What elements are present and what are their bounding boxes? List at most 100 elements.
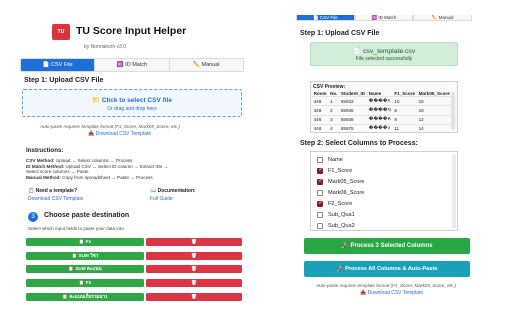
docs-help: 📖 Documentation: Full Guide: [150, 188, 196, 202]
tab-csv-file[interactable]: 📄 CSV File: [296, 15, 355, 21]
table-cell: ����ค: [367, 115, 393, 125]
paste-row: 📋 SUM วิชา 🗑: [26, 252, 242, 260]
column-checkbox[interactable]: [317, 223, 323, 229]
paste-f1-button[interactable]: 📋 F1: [26, 238, 144, 246]
table-cell: ����ก: [367, 96, 393, 107]
table-header-row: Room No. Student_ID Name F1_Score Mark05…: [312, 90, 452, 98]
template-help: 📋 Need a template? Download CSV Template: [28, 188, 84, 202]
table-row: 448 1 65932 ����ก 10 15: [312, 96, 452, 107]
template-help-link[interactable]: Download CSV Template: [28, 196, 84, 202]
table-cell: 14: [417, 124, 452, 132]
step-number-badge: 3: [28, 212, 38, 222]
drop-zone-label: 📁 Click to select CSV file: [92, 97, 172, 104]
column-option-f1-score[interactable]: F1_Score: [317, 167, 447, 177]
column-selector-list[interactable]: Name F1_Score Mark05_Score Mark06_Score …: [310, 151, 458, 231]
column-checkbox[interactable]: [317, 157, 323, 163]
table-row: 446 4 65975 ����ง 11 14: [312, 124, 452, 132]
column-checkbox[interactable]: [317, 178, 323, 185]
column-label: Sub_Qua1: [328, 211, 355, 218]
column-checkbox[interactable]: [317, 190, 323, 196]
table-cell: 448: [312, 105, 329, 116]
step1-title: Step 1: Upload CSV File: [24, 77, 104, 84]
table-cell: 9: [392, 115, 418, 125]
column-header: F1_Score: [392, 90, 418, 98]
tab-id-match[interactable]: 🆔 ID Match: [95, 59, 170, 71]
column-option-name[interactable]: Name: [317, 156, 447, 166]
table-cell: ����ง: [367, 124, 393, 132]
csv-preview[interactable]: CSV Preview: Room No. Student_ID Name F1…: [310, 81, 458, 133]
table-cell: 65938: [339, 115, 368, 125]
paste-sum-subject-button[interactable]: 📋 SUM วิชา: [26, 252, 144, 260]
delete-sum-subject-button[interactable]: 🗑: [146, 252, 242, 260]
table-cell: 65936: [339, 105, 368, 116]
table-cell: 18: [417, 105, 452, 116]
docs-help-link[interactable]: Full Guide: [150, 196, 196, 202]
table-cell: ����ข: [367, 105, 393, 116]
column-label: Name: [328, 156, 343, 163]
delete-sum-score-button[interactable]: 🗑: [146, 265, 242, 273]
tab-id-match[interactable]: 🆔 ID Match: [354, 15, 414, 21]
paste-destination-header: 3 Choose paste destination: [28, 212, 228, 224]
paste-collected-score-button[interactable]: 📋 คะแนนเก็บรวมมา1: [26, 293, 144, 301]
tab-manual[interactable]: ✏️ Manual: [169, 59, 243, 71]
column-checkbox[interactable]: [317, 212, 323, 218]
csv-drop-zone[interactable]: 📁 Click to select CSV file Or drag and d…: [22, 89, 242, 117]
column-header: No.: [328, 90, 340, 98]
column-header: Mark05_Score: [417, 90, 452, 98]
autopaste-note: Auto-paste requires template format (F1_…: [316, 283, 456, 288]
delete-f2-button[interactable]: 🗑: [146, 279, 242, 287]
download-template-link[interactable]: 📥 Download CSV Template: [88, 131, 151, 137]
table-cell: 1: [328, 96, 340, 107]
column-label: Sub_Qua2: [328, 222, 355, 229]
docs-help-title: 📖 Documentation:: [150, 188, 196, 194]
paste-f2-button[interactable]: 📋 F2: [26, 279, 144, 287]
column-header: Name: [367, 90, 393, 98]
process-selected-button[interactable]: 🚀 Process 3 Selected Columns: [304, 238, 470, 254]
process-all-button[interactable]: 🚀 Process All Columns & Auto-Paste: [304, 261, 470, 277]
table-cell: 12: [417, 115, 452, 125]
autopaste-note: Auto-paste requires template format (F1_…: [40, 124, 180, 129]
tab-manual[interactable]: ✏️ Manual: [413, 15, 473, 21]
column-option-f2-score[interactable]: F2_Score: [317, 200, 447, 210]
download-template-link[interactable]: 📥 Download CSV Template: [360, 290, 423, 296]
drop-zone-hint: Or drag and drop here: [107, 106, 157, 112]
app-header: TU SCORE TU Score Input Helper by Nonnak…: [52, 24, 212, 54]
table-cell: 15: [417, 96, 452, 107]
column-option-sub-qua1[interactable]: Sub_Qua1: [317, 211, 447, 221]
column-option-mark05-score[interactable]: Mark05_Score: [317, 178, 447, 188]
app-logo: TU SCORE: [52, 24, 70, 51]
method-tabs: 📄 CSV File 🆔 ID Match ✏️ Manual: [20, 58, 244, 72]
table-cell: 8: [392, 105, 418, 116]
table-cell: 10: [392, 96, 418, 107]
column-header: Student_ID: [339, 90, 368, 98]
method-tabs: 📄 CSV File 🆔 ID Match ✏️ Manual: [296, 15, 473, 21]
tab-csv-file[interactable]: 📄 CSV File: [21, 59, 96, 71]
left-panel: TU SCORE TU Score Input Helper by Nonnak…: [0, 0, 264, 320]
paste-row: 📋 SUM คะแนน 🗑: [26, 265, 242, 273]
table-cell: 65932: [339, 96, 368, 107]
table-row: 446 3 65938 ����ค 9 12: [312, 115, 452, 125]
column-list-scrollbar[interactable]: [452, 154, 456, 228]
selected-file-name: 📄 csv_template.csv: [352, 48, 416, 55]
paste-row: 📋 คะแนนเก็บรวมมา1 🗑: [26, 293, 242, 301]
step2-title: Step 2: Select Columns to Process:: [300, 140, 418, 147]
template-help-title: 📋 Need a template?: [28, 188, 78, 194]
column-option-mark06-score[interactable]: Mark06_Score: [317, 189, 447, 199]
paste-row: 📋 F2 🗑: [26, 279, 242, 287]
column-checkbox[interactable]: [317, 200, 323, 207]
delete-collected-score-button[interactable]: 🗑: [146, 293, 242, 301]
column-header: Room: [312, 90, 329, 98]
paste-sum-score-button[interactable]: 📋 SUM คะแนน: [26, 265, 144, 273]
preview-scrollbar[interactable]: [451, 92, 455, 130]
delete-f1-button[interactable]: 🗑: [146, 238, 242, 246]
column-option-sub-qua2[interactable]: Sub_Qua2: [317, 222, 447, 230]
column-checkbox[interactable]: [317, 167, 323, 174]
table-row: 448 2 65936 ����ข 8 18: [312, 105, 452, 116]
table-cell: 11: [392, 124, 418, 132]
file-selected-box[interactable]: 📄 csv_template.csv File selected success…: [310, 42, 458, 66]
column-label: F1_Score: [328, 167, 353, 174]
csv-preview-table: Room No. Student_ID Name F1_Score Mark05…: [312, 90, 452, 132]
file-status-message: File selected successfully: [355, 56, 413, 62]
app-title: TU Score Input Helper: [76, 25, 187, 37]
csv-preview-title: CSV Preview:: [313, 84, 346, 90]
